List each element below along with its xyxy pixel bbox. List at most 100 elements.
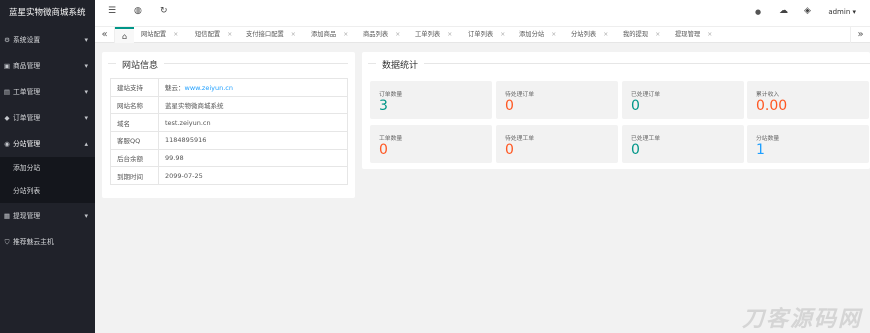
chevron-down-icon: ▾ (84, 62, 88, 70)
support-link[interactable]: www.zeiyun.cn (185, 84, 233, 92)
sidebar-item-label: 系统设置 (13, 36, 41, 44)
stat-card-substation-count: 分站数量 1 (747, 125, 869, 163)
tabs-prev-button[interactable]: « (95, 27, 115, 43)
stat-label: 已处理订单 (631, 92, 660, 98)
stats-panel: 数据统计 订单数量 3 待处理订单 0 已处理订单 0 累计收入 0.00 工单… (362, 52, 870, 169)
sidebar-item-substations[interactable]: ◉ 分站管理 ▴ (0, 131, 95, 157)
sidebar-subitem-substation-list[interactable]: 分站列表 (0, 180, 95, 203)
info-value: 蓝星实物微商城系统 (158, 95, 348, 115)
info-key: 到期时间 (110, 166, 159, 186)
stat-label: 待处理工单 (505, 136, 534, 142)
globe-icon[interactable]: ◍ (134, 6, 142, 16)
sidebar-item-products[interactable]: ▣ 商品管理 ▾ (0, 53, 95, 79)
tab-ticket-list[interactable]: 工单列表 × (415, 27, 452, 43)
bell-icon[interactable]: ● (755, 8, 761, 16)
stat-value: 0.00 (756, 98, 788, 114)
tab-label: 我的提现 (623, 31, 649, 38)
sidebar-item-orders[interactable]: ◆ 订单管理 ▾ (0, 105, 95, 131)
close-icon[interactable]: × (707, 31, 712, 38)
tab-label: 工单列表 (415, 31, 441, 38)
close-icon[interactable]: × (395, 31, 400, 38)
tab-add-substation[interactable]: 添加分站 × (519, 27, 556, 43)
sidebar-item-recommended-host[interactable]: ⛉ 推荐魅云主机 (0, 229, 95, 255)
cube-icon: ◆ (4, 114, 10, 122)
tab-order-list[interactable]: 订单列表 × (468, 27, 505, 43)
stat-card-processed-tickets: 已处理工单 0 (622, 125, 744, 163)
divider (164, 63, 348, 64)
info-key: 域名 (110, 113, 159, 133)
stat-value: 0 (505, 142, 514, 158)
top-header: ☰ ◍ ↻ ● ☁ ◈ admin ▾ (95, 0, 870, 27)
tab-payment-config[interactable]: 支付接口配置 × (246, 27, 296, 43)
close-icon[interactable]: × (500, 31, 505, 38)
close-icon[interactable]: × (227, 31, 232, 38)
info-value: 1184895916 (158, 131, 348, 150)
admin-user-menu[interactable]: admin ▾ (828, 8, 856, 16)
close-icon[interactable]: × (291, 31, 296, 38)
sidebar-item-tickets[interactable]: ▤ 工单管理 ▾ (0, 79, 95, 105)
sidebar-submenu-substations: 添加分站 分站列表 (0, 157, 95, 203)
stat-label: 订单数量 (379, 92, 403, 98)
tab-substation-list[interactable]: 分站列表 × (571, 27, 608, 43)
close-icon[interactable]: × (447, 31, 452, 38)
close-icon[interactable]: × (603, 31, 608, 38)
refresh-icon[interactable]: ↻ (160, 6, 168, 16)
tab-label: 网站配置 (141, 31, 167, 38)
divider (368, 63, 376, 64)
stat-card-order-count: 订单数量 3 (370, 81, 492, 119)
tabs-next-button[interactable]: » (850, 27, 870, 43)
site-info-table: 建站支持 魅云：www.zeiyun.cn 网站名称 蓝星实物微商城系统 域名 … (110, 78, 348, 186)
info-key: 网站名称 (110, 95, 159, 115)
stat-card-pending-orders: 待处理订单 0 (496, 81, 618, 119)
info-key: 后台余额 (110, 148, 159, 168)
tab-label: 提现管理 (675, 31, 701, 38)
sidebar-item-label: 商品管理 (13, 62, 41, 70)
page-tabs: « ⌂ 网站配置 × 短信配置 × 支付接口配置 × 添加商品 × 商品列表 × 工单列表… (95, 27, 870, 43)
table-row: 网站名称 蓝星实物微商城系统 (110, 95, 348, 115)
info-prefix: 魅云： (165, 84, 185, 93)
tab-label: 订单列表 (468, 31, 494, 38)
chevron-down-icon: ▾ (84, 36, 88, 44)
sidebar-item-label: 提现管理 (13, 212, 41, 220)
gear-icon: ⚙ (4, 36, 10, 44)
close-icon[interactable]: × (655, 31, 660, 38)
tab-site-config[interactable]: 网站配置 × (141, 27, 178, 43)
tab-my-withdrawals[interactable]: 我的提现 × (623, 27, 660, 43)
tab-add-product[interactable]: 添加商品 × (311, 27, 348, 43)
sidebar-item-system-settings[interactable]: ⚙ 系统设置 ▾ (0, 27, 95, 53)
stat-label: 待处理订单 (505, 92, 534, 98)
table-row: 客服QQ 1184895916 (110, 131, 348, 150)
panel-title: 网站信息 (118, 58, 163, 71)
chevron-down-icon: ▾ (84, 88, 88, 96)
tab-product-list[interactable]: 商品列表 × (363, 27, 400, 43)
app-title: 蓝星实物微商城系统 (0, 0, 95, 27)
sidebar-item-label: 订单管理 (13, 114, 41, 122)
stat-label: 累计收入 (756, 92, 780, 98)
stat-card-total-income: 累计收入 0.00 (747, 81, 869, 119)
tab-withdrawal-management[interactable]: 提现管理 × (675, 27, 712, 43)
tab-sms-config[interactable]: 短信配置 × (195, 27, 232, 43)
info-key: 客服QQ (110, 131, 159, 150)
stat-value: 0 (379, 142, 388, 158)
tab-label: 支付接口配置 (246, 31, 284, 38)
stat-value: 0 (631, 98, 640, 114)
box-icon: ▣ (3, 62, 11, 70)
tab-home[interactable]: ⌂ (115, 27, 134, 43)
table-row: 建站支持 魅云：www.zeiyun.cn (110, 78, 348, 97)
stat-label: 已处理工单 (631, 136, 660, 142)
tag-icon[interactable]: ◈ (804, 6, 811, 16)
sidebar-item-label: 分站管理 (13, 140, 41, 148)
theme-icon[interactable]: ☁ (779, 6, 788, 16)
table-row: 域名 test.zeiyun.cn (110, 113, 348, 133)
sidebar-item-withdrawals[interactable]: ▦ 提现管理 ▾ (0, 203, 95, 229)
watermark: 刀客源码网 (741, 307, 862, 332)
info-value: 魅云：www.zeiyun.cn (158, 78, 348, 97)
close-icon[interactable]: × (343, 31, 348, 38)
divider (108, 63, 116, 64)
tab-label: 短信配置 (195, 31, 221, 38)
close-icon[interactable]: × (551, 31, 556, 38)
close-icon[interactable]: × (173, 31, 178, 38)
shield-icon: ⛉ (4, 238, 10, 246)
menu-toggle-icon[interactable]: ☰ (108, 6, 116, 16)
sidebar-subitem-add-substation[interactable]: 添加分站 (0, 157, 95, 180)
